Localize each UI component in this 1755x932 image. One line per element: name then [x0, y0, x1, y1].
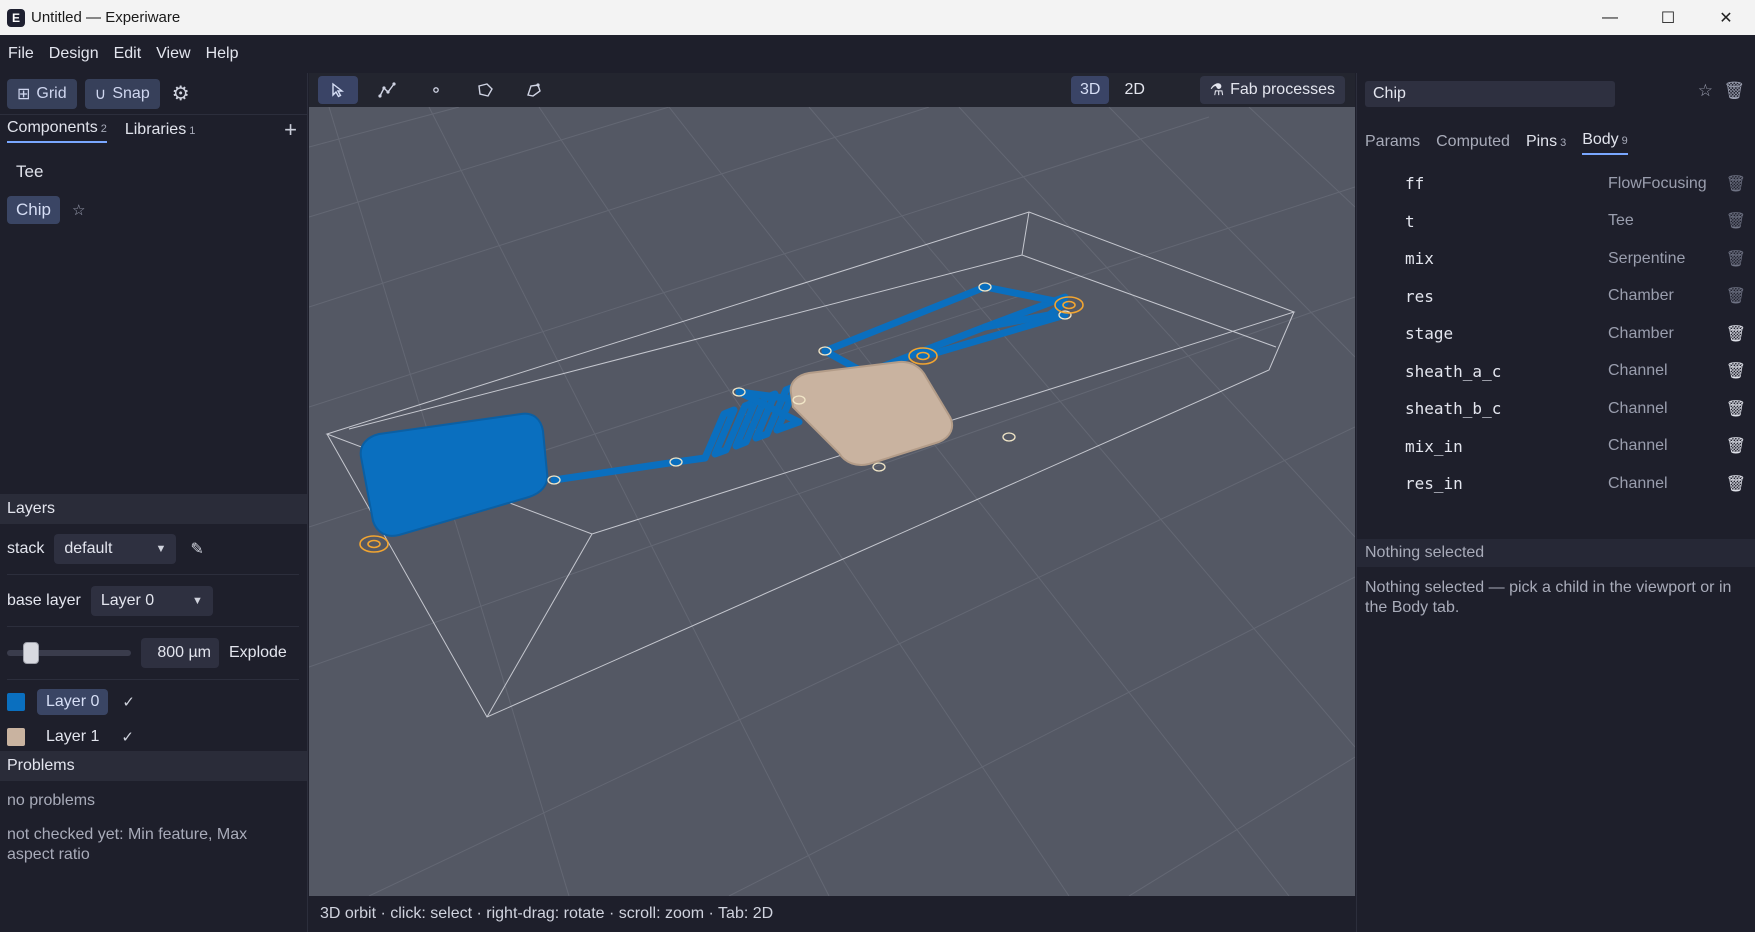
component-item-tee[interactable]: Tee — [7, 157, 300, 187]
trash-icon[interactable]: 🗑 — [1726, 174, 1746, 194]
trash-icon[interactable]: 🗑 — [1726, 361, 1746, 381]
base-layer-select[interactable]: Layer 0 ▼ — [90, 586, 213, 616]
trash-icon[interactable]: 🗑 — [1726, 324, 1746, 344]
menu-file[interactable]: File — [8, 45, 34, 63]
layer-name: Layer 0 — [37, 689, 109, 715]
star-icon[interactable]: ☆ — [1698, 81, 1713, 101]
layer-color-swatch[interactable] — [7, 728, 25, 746]
close-button[interactable]: ✕ — [1697, 0, 1755, 35]
tab-body[interactable]: Body 9 — [1582, 131, 1628, 155]
trash-icon[interactable]: 🗑 — [1726, 436, 1746, 456]
pen-tool-icon[interactable] — [514, 76, 554, 104]
tab-libraries[interactable]: Libraries 1 — [125, 121, 195, 143]
slider-thumb[interactable] — [23, 642, 39, 664]
trash-icon[interactable]: 🗑 — [1726, 211, 1746, 231]
visibility-checkbox[interactable]: ✓ — [122, 693, 135, 711]
problems-note: not checked yet: Min feature, Max aspect… — [7, 826, 248, 863]
fab-processes-button[interactable]: ⚗ Fab processes — [1199, 76, 1345, 104]
flask-icon: ⚗ — [1209, 82, 1225, 99]
inspector-panel: Chip ☆ 🗑 Params Computed Pins 3 Body 9 ff F… — [1356, 73, 1755, 932]
list-item[interactable]: sheath_a_c Channel 🗑 — [1357, 353, 1755, 391]
selection-header: Nothing selected — [1357, 539, 1755, 567]
menu-view[interactable]: View — [156, 45, 190, 63]
problems-status: no problems — [7, 792, 96, 809]
component-label: Chip — [7, 196, 60, 224]
snap-toggle[interactable]: ∪ Snap — [84, 78, 160, 109]
grid-icon: ⊞ — [17, 85, 31, 103]
explode-slider[interactable] — [7, 642, 131, 664]
app-icon: E — [7, 8, 25, 27]
trash-icon[interactable]: 🗑 — [1726, 249, 1746, 269]
stack-label: stack — [7, 540, 45, 557]
tab-components[interactable]: Components 2 — [7, 119, 107, 143]
viewport-toolbar: 3D 2D ⚗ Fab processes — [309, 73, 1355, 107]
point-tool-icon[interactable] — [416, 76, 456, 104]
star-icon[interactable]: ☆ — [72, 201, 85, 219]
layer-color-swatch[interactable] — [7, 693, 25, 711]
menu-help[interactable]: Help — [206, 45, 239, 63]
trash-icon[interactable]: 🗑 — [1723, 81, 1745, 101]
explode-label: Explode — [229, 644, 287, 661]
add-component-icon[interactable]: + — [284, 117, 297, 143]
list-item[interactable]: sheath_b_c Channel 🗑 — [1357, 390, 1755, 428]
view-3d-button[interactable]: 3D — [1071, 76, 1110, 104]
explode-input[interactable]: 800 µm — [141, 638, 219, 668]
layer-row[interactable]: Layer 0 ✓ — [7, 689, 135, 715]
left-panel: ⊞ Grid ∪ Snap ⚙ Components 2 Libraries 1 +… — [0, 73, 308, 932]
gear-icon[interactable]: ⚙ — [172, 81, 190, 106]
component-item-chip[interactable]: Chip ☆ — [7, 195, 300, 225]
layer-row[interactable]: Layer 1 ✓ — [7, 728, 134, 746]
select-tool-icon[interactable] — [318, 76, 358, 104]
list-item[interactable]: res Chamber 🗑 — [1357, 278, 1755, 316]
scene-canvas[interactable] — [309, 107, 1355, 896]
list-item[interactable]: mix_in Channel 🗑 — [1357, 428, 1755, 466]
tab-params[interactable]: Params — [1365, 133, 1420, 155]
grid-label: Grid — [36, 84, 67, 102]
snap-label: Snap — [112, 84, 150, 102]
menu-edit[interactable]: Edit — [114, 45, 142, 63]
tab-pins[interactable]: Pins 3 — [1526, 133, 1566, 155]
polygon-tool-icon[interactable] — [465, 76, 505, 104]
trash-icon[interactable]: 🗑 — [1726, 474, 1746, 494]
menu-bar: File Design Edit View Help — [0, 35, 1755, 73]
maximize-button[interactable]: ☐ — [1639, 0, 1697, 35]
problems-header: Problems — [0, 751, 307, 781]
list-item[interactable]: ff FlowFocusing 🗑 — [1357, 165, 1755, 203]
list-item[interactable]: stage Chamber 🗑 — [1357, 315, 1755, 353]
layer-name: Layer 1 — [46, 728, 100, 745]
tab-computed[interactable]: Computed — [1436, 133, 1510, 155]
body-list: ff FlowFocusing 🗑 t Tee 🗑 mix Serpentine 🗑 res… — [1357, 165, 1755, 503]
layer0-chamber[interactable] — [359, 412, 549, 537]
pencil-icon[interactable]: ✎ — [190, 539, 203, 559]
list-item[interactable]: mix Serpentine 🗑 — [1357, 240, 1755, 278]
viewport-status-bar: 3D orbit · click: select · right-drag: r… — [309, 896, 1355, 932]
title-bar: E Untitled — Experiware — ☐ ✕ — [0, 0, 1755, 35]
viewport-3d[interactable]: 3D 2D ⚗ Fab processes 3D orbit · click: … — [309, 73, 1355, 932]
selection-text: Nothing selected — pick a child in the v… — [1365, 579, 1732, 616]
trash-icon[interactable]: 🗑 — [1726, 399, 1746, 419]
grid-toggle[interactable]: ⊞ Grid — [7, 78, 77, 109]
minimize-button[interactable]: — — [1581, 0, 1639, 35]
base-layer-label: base layer — [7, 592, 81, 609]
trash-icon[interactable]: 🗑 — [1726, 286, 1746, 306]
magnet-icon: ∪ — [94, 85, 107, 103]
list-item[interactable]: res_in Channel 🗑 — [1357, 465, 1755, 503]
window-title: Untitled — Experiware — [31, 9, 181, 26]
view-2d-button[interactable]: 2D — [1115, 76, 1153, 104]
visibility-checkbox[interactable]: ✓ — [121, 728, 134, 746]
layers-header: Layers — [0, 494, 307, 524]
menu-design[interactable]: Design — [49, 45, 99, 63]
component-label: Tee — [16, 162, 44, 181]
channel-tool-icon[interactable] — [367, 76, 407, 104]
component-name-input[interactable]: Chip — [1365, 81, 1615, 107]
list-item[interactable]: t Tee 🗑 — [1357, 203, 1755, 241]
layer1-chamber[interactable] — [789, 360, 954, 466]
stack-select[interactable]: default ▼ — [54, 534, 177, 564]
